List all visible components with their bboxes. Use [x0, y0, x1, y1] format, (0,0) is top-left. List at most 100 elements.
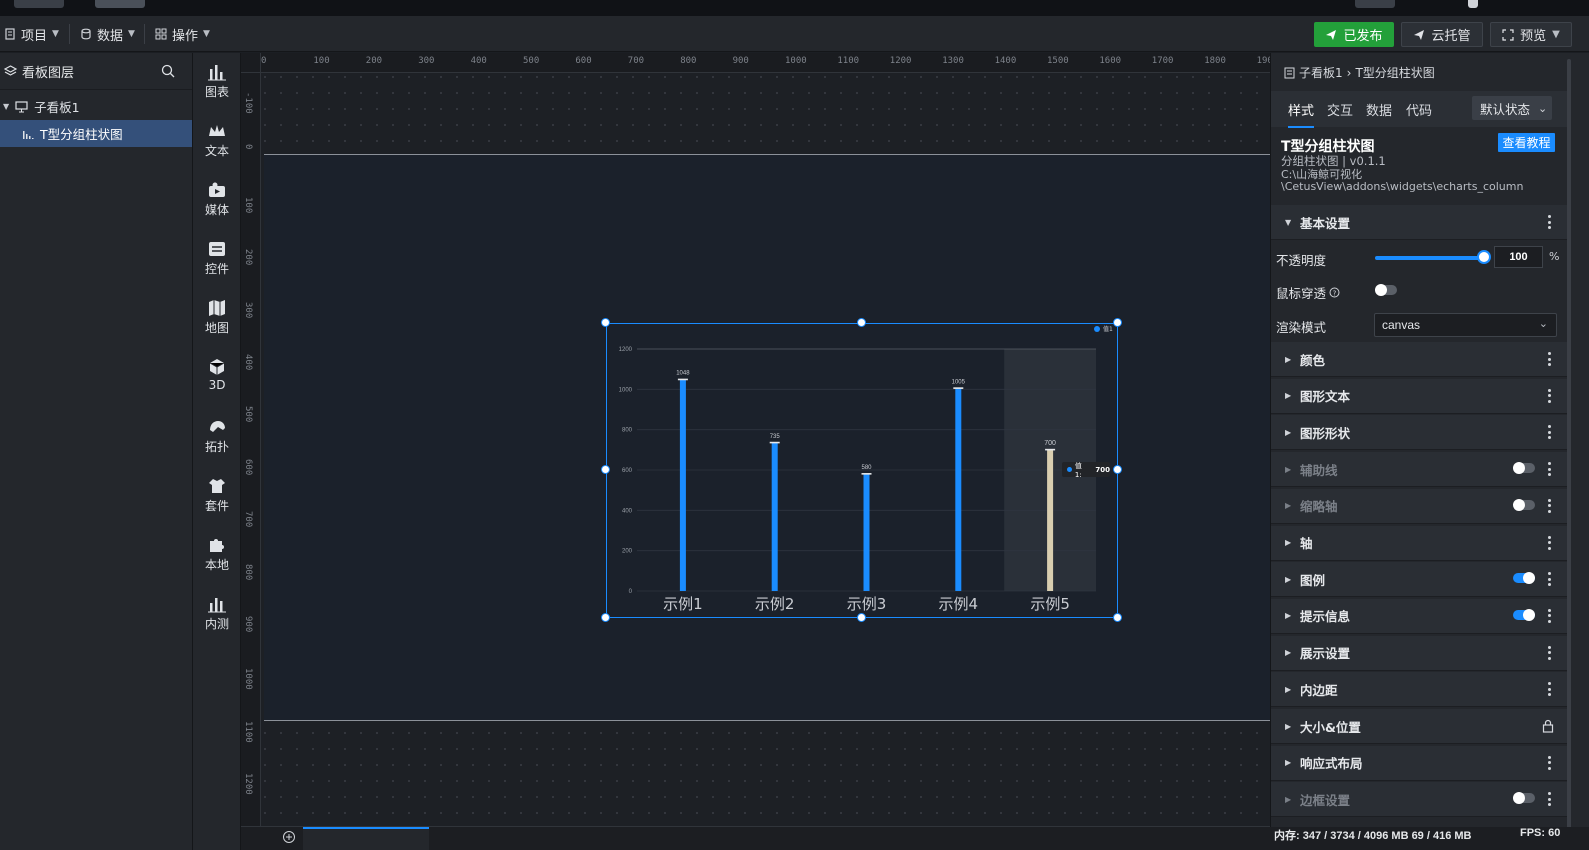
- section-item[interactable]: ▶ 缩略轴: [1271, 488, 1568, 524]
- more-icon[interactable]: [1548, 215, 1551, 229]
- lock-icon[interactable]: [1542, 719, 1554, 733]
- chevron-down-icon: ▼: [203, 29, 210, 39]
- window-tab[interactable]: [1355, 0, 1395, 8]
- section-toggle[interactable]: [1513, 572, 1535, 585]
- more-icon[interactable]: [1548, 682, 1551, 697]
- topology-icon: [210, 420, 225, 432]
- ruler-tick-label: 1200: [243, 773, 253, 795]
- breadcrumb-component[interactable]: T型分组柱状图: [1355, 64, 1434, 81]
- add-board-icon[interactable]: [282, 830, 296, 844]
- section-item[interactable]: ▶ 图形文本: [1271, 378, 1568, 414]
- tab-interaction[interactable]: 交互: [1327, 100, 1353, 119]
- ruler-vertical[interactable]: -100 0 100 200 300 400 500 600 700 800 900 1000 1100…: [241, 73, 261, 850]
- rail-item-media[interactable]: 媒体: [193, 174, 241, 224]
- selection-frame[interactable]: [606, 323, 1118, 618]
- layer-item-board[interactable]: ▼ 子看板1: [0, 93, 192, 120]
- section-item[interactable]: ▶ 展示设置: [1271, 635, 1568, 671]
- menu-operation[interactable]: 操作 ▼: [155, 16, 210, 52]
- rail-item-map[interactable]: 地图: [193, 292, 241, 342]
- resize-handle-w[interactable]: [601, 465, 610, 474]
- state-select[interactable]: 默认状态 ⌄: [1472, 96, 1552, 120]
- section-item[interactable]: ▶ 内边距: [1271, 672, 1568, 708]
- preview-button[interactable]: 预览 ▼: [1490, 22, 1572, 47]
- ruler-tick-label: 1100: [837, 56, 860, 66]
- rail-item-chart[interactable]: 图表: [193, 56, 241, 106]
- more-icon[interactable]: [1548, 498, 1551, 513]
- menu-project[interactable]: 项目 ▼: [4, 16, 59, 52]
- section-item[interactable]: ▶ 轴: [1271, 525, 1568, 561]
- more-icon[interactable]: [1548, 388, 1551, 403]
- resize-handle-sw[interactable]: [601, 613, 610, 622]
- rail-item-topology[interactable]: 拓扑: [193, 411, 241, 461]
- tab-code[interactable]: 代码: [1406, 100, 1432, 119]
- more-icon[interactable]: [1548, 352, 1551, 366]
- menu-data[interactable]: 数据 ▼: [80, 16, 135, 52]
- more-icon[interactable]: [1548, 462, 1551, 477]
- properties-scrollbar[interactable]: [1567, 59, 1571, 829]
- layer-item-chart[interactable]: T型分组柱状图: [0, 120, 192, 147]
- resize-handle-nw[interactable]: [601, 318, 610, 327]
- opacity-slider-handle[interactable]: [1477, 250, 1491, 264]
- section-item[interactable]: ▶ 图形形状: [1271, 415, 1568, 451]
- ruler-tick-label: 300: [418, 56, 435, 66]
- window-tab-active[interactable]: [95, 0, 145, 8]
- section-item[interactable]: ▶ 边框设置: [1271, 782, 1568, 818]
- section-label: 大小&位置: [1300, 719, 1361, 735]
- section-item[interactable]: ▶ 辅助线: [1271, 452, 1568, 488]
- cloud-host-button[interactable]: 云托管: [1401, 22, 1483, 47]
- section-item[interactable]: ▶ 大小&位置: [1271, 709, 1568, 744]
- ruler-horizontal[interactable]: 0 100 200 300 400 500 600 700 800 900 1000 1100 1200…: [241, 53, 1270, 73]
- more-icon[interactable]: [1548, 425, 1551, 440]
- help-icon[interactable]: ?: [1329, 287, 1340, 298]
- resize-handle-se[interactable]: [1113, 613, 1122, 622]
- rail-item-local[interactable]: 本地: [193, 529, 241, 579]
- mouse-through-toggle[interactable]: [1375, 284, 1397, 296]
- caret-down-icon: ▼: [1285, 217, 1292, 227]
- more-icon[interactable]: [1548, 792, 1551, 807]
- board-tab[interactable]: [587, 827, 711, 850]
- resize-handle-e[interactable]: [1113, 465, 1122, 474]
- beta-chart-icon: [208, 597, 226, 612]
- tab-style[interactable]: 样式: [1288, 100, 1315, 128]
- resize-handle-s[interactable]: [857, 613, 866, 622]
- more-icon[interactable]: [1548, 645, 1551, 660]
- opacity-input[interactable]: 100: [1494, 246, 1543, 268]
- section-toggle[interactable]: [1513, 792, 1535, 805]
- rail-item-3d[interactable]: 3D: [193, 350, 241, 400]
- board-tab[interactable]: [431, 827, 555, 850]
- tab-data[interactable]: 数据: [1366, 100, 1392, 119]
- more-icon[interactable]: [1548, 572, 1551, 587]
- rail-item-widget[interactable]: 控件: [193, 233, 241, 283]
- ruler-tick-label: 500: [523, 56, 540, 66]
- section-label: 内边距: [1300, 682, 1338, 698]
- published-button[interactable]: 已发布: [1314, 22, 1394, 47]
- opacity-slider[interactable]: [1375, 256, 1483, 260]
- more-icon[interactable]: [1548, 608, 1551, 623]
- section-basic[interactable]: ▼ 基本设置: [1271, 205, 1568, 240]
- more-icon[interactable]: [1548, 755, 1551, 770]
- section-item[interactable]: ▶ 颜色: [1271, 342, 1568, 377]
- document-icon: [1284, 67, 1295, 78]
- chevron-down-icon: ⌄: [1538, 101, 1548, 115]
- section-toggle[interactable]: [1513, 608, 1535, 621]
- section-toggle[interactable]: [1513, 462, 1535, 475]
- section-item[interactable]: ▶ 响应式布局: [1271, 745, 1568, 781]
- tutorial-button[interactable]: 查看教程: [1498, 133, 1555, 152]
- window-tab[interactable]: [14, 0, 64, 8]
- more-icon[interactable]: [1548, 535, 1551, 550]
- window-control[interactable]: [1468, 0, 1478, 8]
- section-toggle[interactable]: [1513, 498, 1535, 511]
- board-tab-active[interactable]: [303, 827, 429, 850]
- rail-item-text[interactable]: 文本: [193, 115, 241, 165]
- render-mode-select[interactable]: canvas ⌄: [1374, 313, 1557, 337]
- resize-handle-n[interactable]: [857, 318, 866, 327]
- rail-label: 套件: [204, 498, 229, 513]
- breadcrumb-board[interactable]: 子看板1: [1299, 64, 1343, 81]
- resize-handle-ne[interactable]: [1113, 318, 1122, 327]
- ruler-tick-label: 500: [243, 406, 253, 423]
- section-item[interactable]: ▶ 提示信息: [1271, 598, 1568, 634]
- rail-item-kit[interactable]: 套件: [193, 470, 241, 520]
- section-item[interactable]: ▶ 图例: [1271, 562, 1568, 598]
- rail-item-beta[interactable]: 内测: [193, 588, 241, 638]
- search-icon[interactable]: [161, 64, 175, 78]
